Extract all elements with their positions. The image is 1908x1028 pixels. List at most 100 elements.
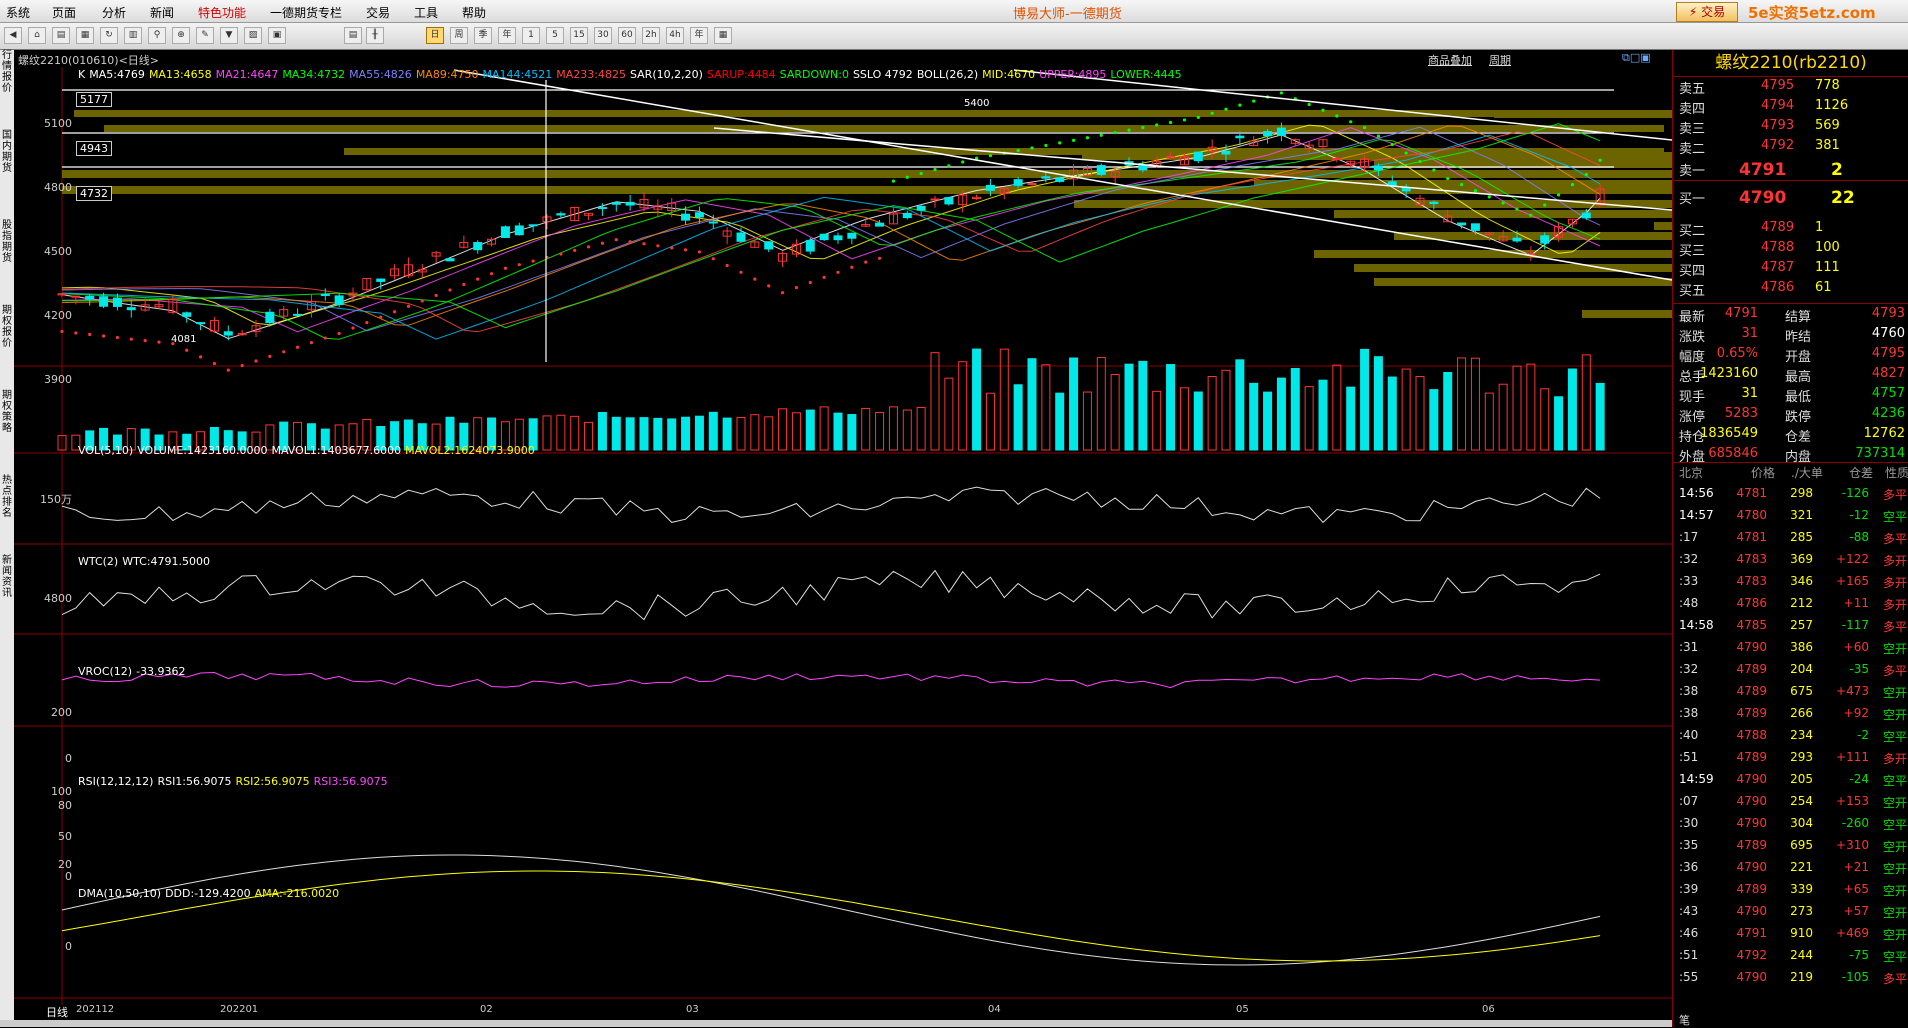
period-5min-button[interactable]: 5 [546,27,564,44]
tab-index-futures[interactable]: 股指期货 [1,220,13,264]
calc-icon[interactable]: ▦ [714,27,732,44]
trade-button[interactable]: ⚡ 交易 [1676,2,1738,22]
volume-bar [681,416,691,451]
search-icon[interactable]: ⚲ [148,27,166,44]
menu-page[interactable]: 页面 [52,4,76,21]
home-icon[interactable]: ⌂ [28,27,46,44]
stat-row: 现手 31 最低 4757 [1673,386,1908,406]
chart-area[interactable] [14,50,1673,1020]
date-label-202201: 202201 [220,1004,259,1015]
stat-value: 31 [1741,386,1758,401]
tick-oi-change: -105 [1841,970,1869,984]
sar-dot [365,320,369,325]
tab-hot-ranking[interactable]: 热点排名 [1,475,13,519]
tab-news[interactable]: 新闻资讯 [1,555,13,599]
ask-level-label: 卖三 [1679,122,1706,137]
doc-icon[interactable]: ▥ [124,27,142,44]
tick-oi-change: +165 [1836,574,1869,588]
volume-bar [1540,388,1550,451]
tick-nature: 空平 [1883,818,1908,832]
menu-tools[interactable]: 工具 [414,4,438,21]
main_indicators-item: BOLL(26,2) [916,68,979,81]
candle-body [611,202,621,205]
tick-nature: 多开 [1883,752,1908,766]
tab-options-strategy[interactable]: 期权策略 [1,390,13,434]
menu-help[interactable]: 帮助 [462,4,486,21]
period-1min-button[interactable]: 1 [522,27,540,44]
sar-dot [753,277,757,281]
pen-icon[interactable]: ✎ [196,27,214,44]
volume_indicators-item: VOL(5,10) [78,444,134,457]
refresh-icon[interactable]: ↻ [100,27,118,44]
candle-icon[interactable]: ╫ [366,27,384,44]
overlay-period-button[interactable]: 周期 [1489,52,1511,68]
sar-dot [309,341,314,345]
period-year2-button[interactable]: 年 [690,27,708,44]
rsi-line [61,671,1601,689]
volume-bar [750,414,760,451]
tick-time: :38 [1679,684,1699,698]
volume-bar [639,417,649,451]
period-4h-button[interactable]: 4h [666,27,684,44]
period-30min-button[interactable]: 30 [594,27,612,44]
stat-value: 4795 [1871,346,1905,361]
period-15min-button[interactable]: 15 [570,27,588,44]
tick-price: 4785 [1736,618,1767,632]
stat-label: 最高 [1785,370,1812,385]
sar-dot [1071,138,1076,142]
menu-analysis[interactable]: 分析 [102,4,126,21]
dma-indicator-line: DMA(10,50,10) DDD:-129.4200 AMA:-216.0020 [78,887,343,900]
zoom-icon[interactable]: ⊕ [172,27,190,44]
back-arrow-icon[interactable]: ◀ [4,27,22,44]
candle-body [1235,135,1245,139]
ask-price: 4791 [1739,160,1787,180]
chart-icon[interactable]: ▨ [244,27,262,44]
table-icon[interactable]: ▤ [344,27,362,44]
tab-options-quotes[interactable]: 期权报价 [1,305,13,349]
vroc-indicator-line: VROC(12) -33.9362 [78,665,190,678]
tab-domestic-futures[interactable]: 国内期货 [1,130,13,174]
volume-bar [1484,392,1494,451]
overlay-commodity-button[interactable]: 商品叠加 [1428,52,1472,68]
sar-dot [1127,128,1131,132]
tab-quotes[interactable]: 行情报价 [1,50,13,94]
candle-body [320,293,330,296]
candle-body [1055,177,1065,182]
filter-icon[interactable]: ▼ [220,27,238,44]
menu-system[interactable]: 系统 [6,4,30,21]
volume-profile-bar [1334,210,1672,218]
volume-bar [958,361,968,451]
app-title: 博易大师-一德期货 [1013,7,1122,22]
main_indicators-item: MA233:4825 [556,68,626,81]
period-60min-button[interactable]: 60 [618,27,636,44]
tick-row: :38 4789 675 +473 空开 [1673,684,1908,704]
trade-button-label: 交易 [1701,5,1726,19]
menu-trade[interactable]: 交易 [366,4,390,21]
book-icon[interactable]: ▤ [52,27,70,44]
image-icon[interactable]: ▣ [268,27,286,44]
sar-dot [1418,159,1422,164]
period-quarter-button[interactable]: 季 [474,27,492,44]
window-controls-icon[interactable]: ⧉□▣ [1622,51,1651,65]
tick-nature: 空平 [1883,730,1908,744]
tick-tab[interactable]: 笔 [1679,1012,1690,1028]
period-day-button[interactable]: 日 [426,27,444,44]
stat-value: 12762 [1863,426,1905,441]
volume-bar [1360,348,1370,451]
period-week-button[interactable]: 周 [450,27,468,44]
sar-dot [531,259,535,263]
sar-dot [1210,111,1214,115]
sar-dot [268,354,272,358]
candle-body [1041,176,1051,179]
tick-oi-change: +473 [1836,684,1869,698]
tick-row: :33 4783 346 +165 多开 [1673,574,1908,594]
sar-dot [864,260,868,264]
period-2h-button[interactable]: 2h [642,27,660,44]
grid-icon[interactable]: ▦ [76,27,94,44]
chart-canvas[interactable] [14,50,1672,1020]
period-year-button[interactable]: 年 [498,27,516,44]
menu-yide-column[interactable]: 一德期货专栏 [270,4,342,21]
menu-special[interactable]: 特色功能 [198,4,246,21]
stat-value: 0.65% [1716,346,1758,361]
menu-news[interactable]: 新闻 [150,4,174,21]
